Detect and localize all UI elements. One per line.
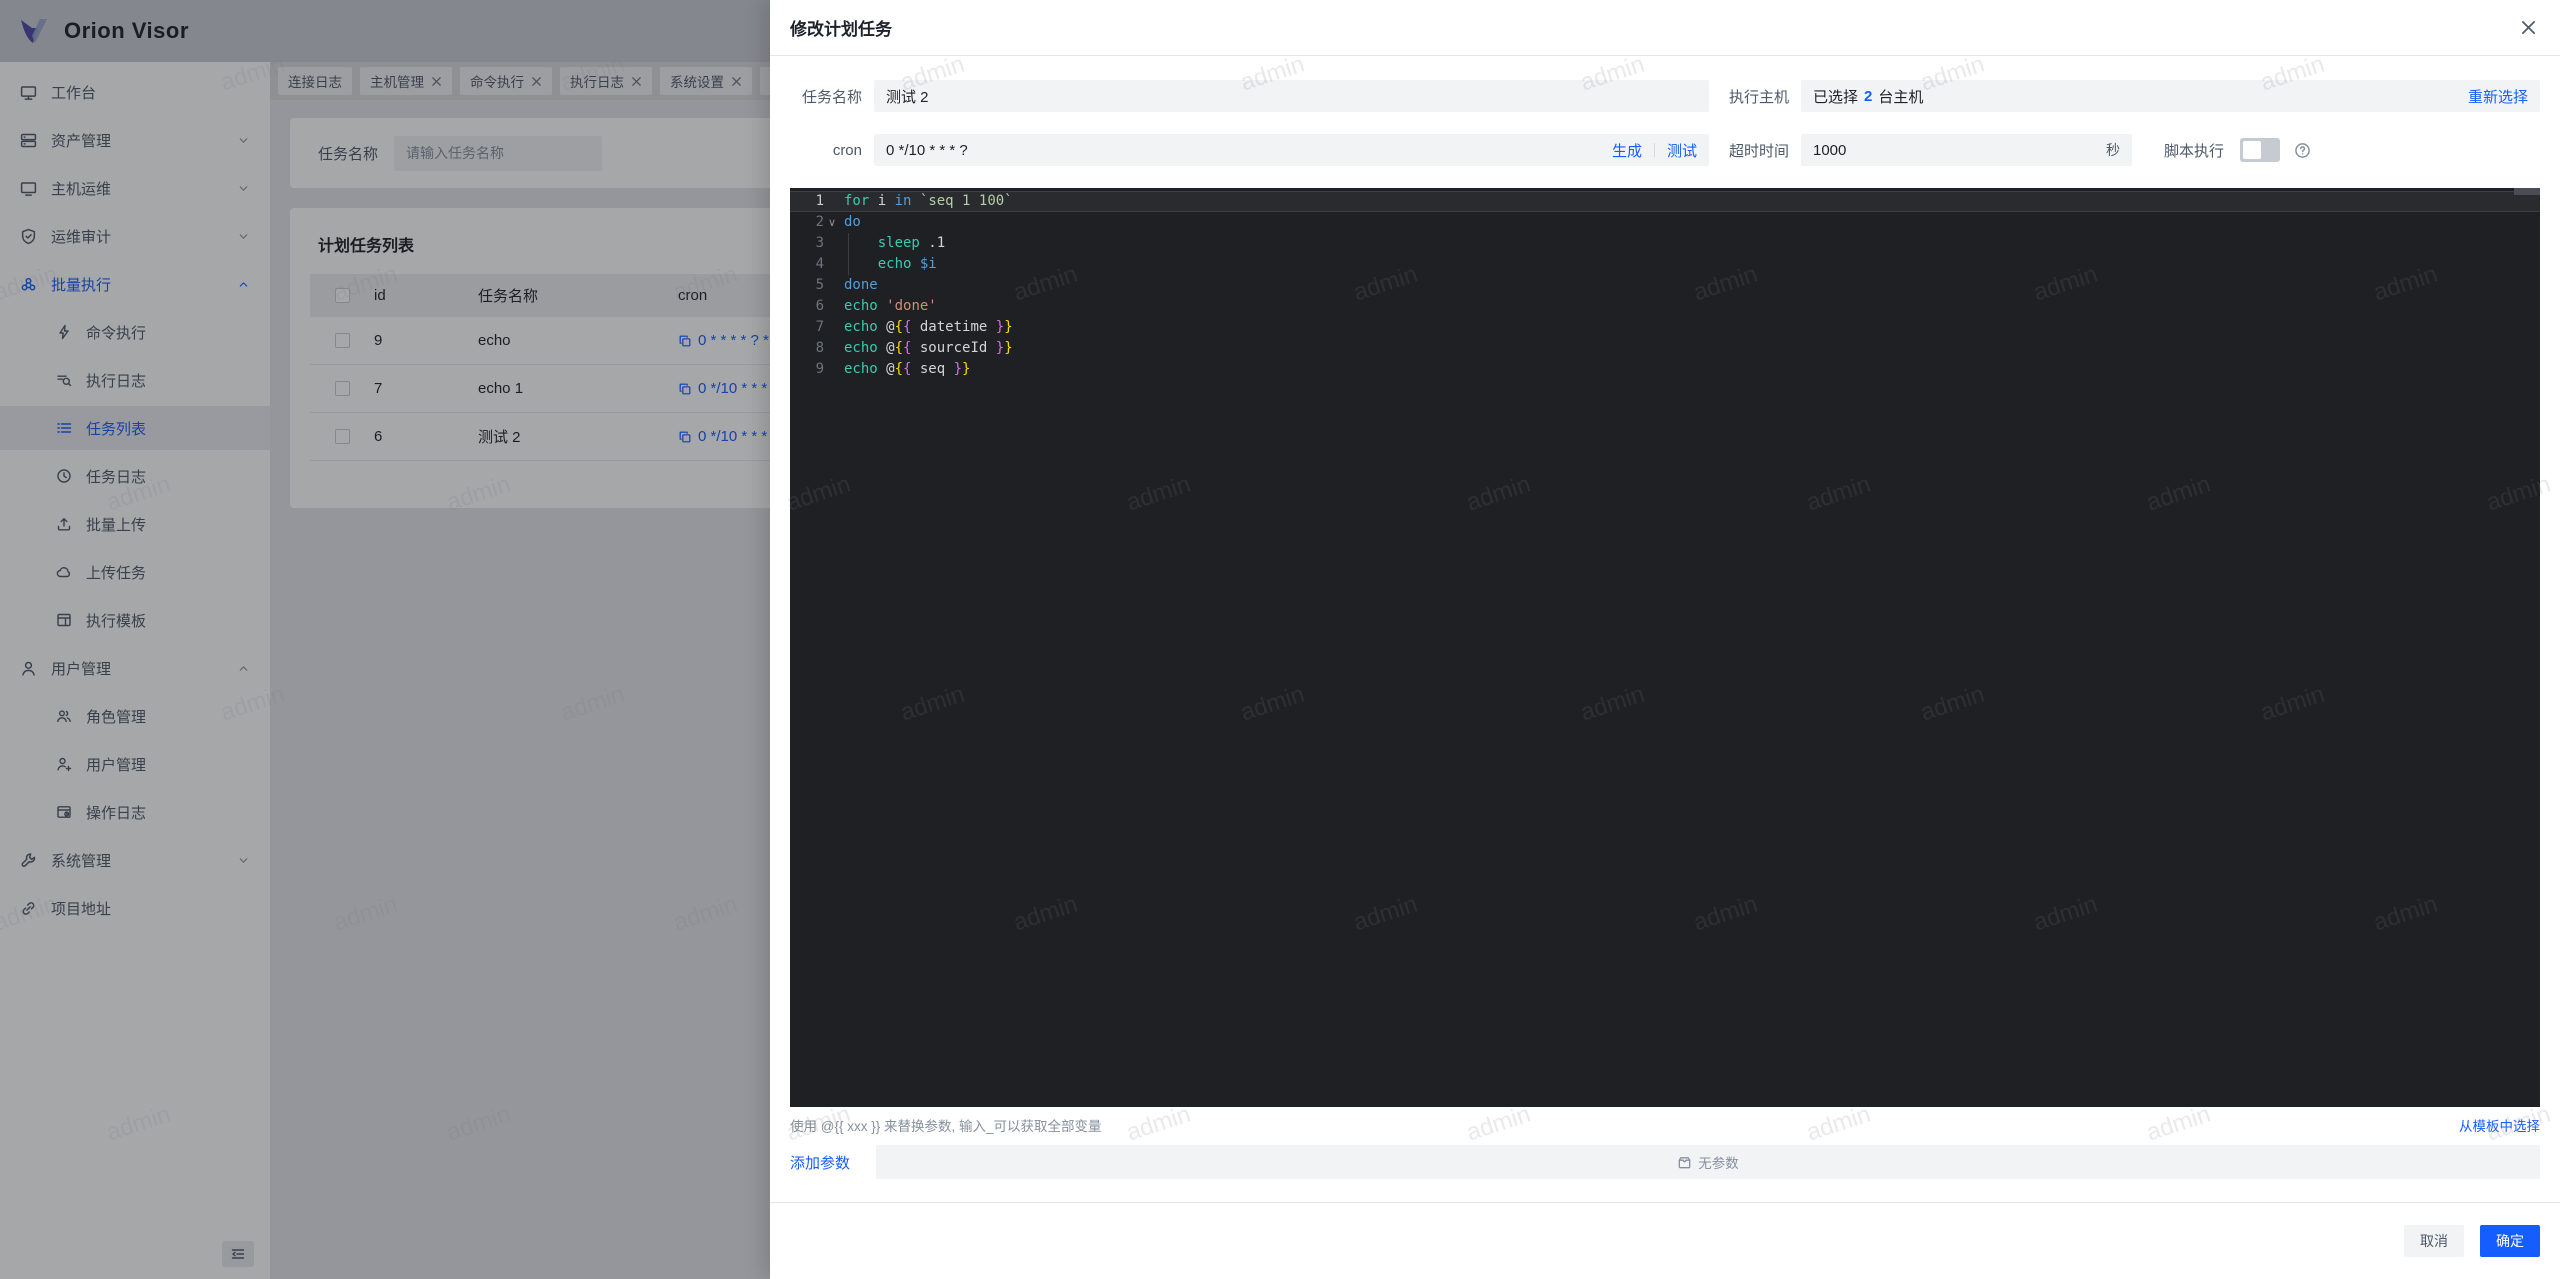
no-param-empty-state: 无参数 (876, 1145, 2540, 1179)
toggle-knob (2243, 141, 2261, 159)
cron-input[interactable] (874, 134, 1612, 166)
timeout-unit: 秒 (2106, 140, 2132, 160)
timeout-label: 超时时间 (1717, 140, 1789, 161)
hosts-suffix: 台主机 (1878, 86, 1923, 107)
code-line[interactable]: 6echo 'done' (790, 296, 2540, 317)
editor-scrollbar-thumb[interactable] (2514, 188, 2540, 195)
hosts-prefix: 已选择 (1813, 86, 1858, 107)
cron-generate-link[interactable]: 生成 (1612, 140, 1642, 161)
add-param-link[interactable]: 添加参数 (790, 1152, 850, 1173)
drawer-footer: 取消 确定 (770, 1202, 2560, 1279)
param-hint-text: 使用 @{{ xxx }} 来替换参数, 输入_可以获取全部变量 (790, 1115, 1102, 1135)
code-line[interactable]: 5done (790, 275, 2540, 296)
edit-task-drawer: 修改计划任务 任务名称 执行主机 已选择 2 台主机 重新选择 cron (770, 0, 2560, 1279)
cancel-button[interactable]: 取消 (2404, 1225, 2464, 1257)
from-template-link[interactable]: 从模板中选择 (2459, 1115, 2540, 1135)
ok-button[interactable]: 确定 (2480, 1225, 2540, 1257)
fold-chevron-icon: ∨ (824, 212, 840, 233)
code-line[interactable]: 8echo @{{ sourceId }} (790, 338, 2540, 359)
code-line[interactable]: 4 echo $i (790, 254, 2540, 275)
cron-input-wrap: 生成 测试 (874, 134, 1709, 166)
code-line[interactable]: 3 sleep .1 (790, 233, 2540, 254)
task-name-input[interactable] (874, 80, 1709, 112)
drawer-title: 修改计划任务 (790, 15, 892, 40)
code-editor[interactable]: 1for i in `seq 1 100`2∨do3 sleep .14 ech… (790, 188, 2540, 1107)
help-icon[interactable] (2294, 142, 2311, 159)
timeout-input[interactable] (1801, 134, 2106, 166)
timeout-input-wrap: 秒 (1801, 134, 2132, 166)
task-name-label: 任务名称 (790, 86, 862, 107)
indent-guide (848, 233, 849, 275)
divider (1654, 143, 1655, 157)
cron-label: cron (790, 142, 862, 159)
code-editor-lines: 1for i in `seq 1 100`2∨do3 sleep .14 ech… (790, 188, 2540, 380)
reselect-hosts-link[interactable]: 重新选择 (2468, 86, 2528, 107)
script-exec-label: 脚本执行 (2164, 140, 2224, 161)
code-line[interactable]: 7echo @{{ datetime }} (790, 317, 2540, 338)
empty-box-icon (1677, 1155, 1692, 1170)
script-exec-toggle[interactable] (2240, 138, 2280, 162)
selected-hosts-display: 已选择 2 台主机 重新选择 (1801, 80, 2540, 112)
code-line[interactable]: 9echo @{{ seq }} (790, 359, 2540, 380)
exec-hosts-label: 执行主机 (1717, 86, 1789, 107)
drawer-close-button[interactable] (2517, 16, 2540, 39)
drawer-header: 修改计划任务 (770, 0, 2560, 56)
code-line[interactable]: 2∨do (790, 212, 2540, 233)
drawer-body: 任务名称 执行主机 已选择 2 台主机 重新选择 cron 生成 (770, 80, 2560, 1179)
code-line[interactable]: 1for i in `seq 1 100` (790, 191, 2540, 212)
cron-test-link[interactable]: 测试 (1667, 140, 1697, 161)
close-icon (2521, 20, 2536, 35)
hosts-count: 2 (1864, 88, 1872, 105)
no-param-text: 无参数 (1698, 1152, 1739, 1172)
